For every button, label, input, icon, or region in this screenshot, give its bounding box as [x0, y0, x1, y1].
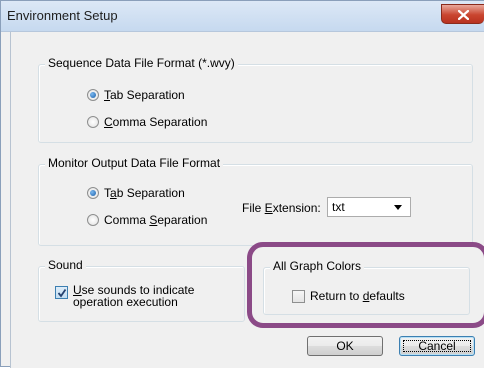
window-title: Environment Setup: [7, 8, 118, 23]
checkbox-checked-icon: [55, 286, 68, 299]
sequence-format-group: Sequence Data File Format (*.wvy): [38, 56, 473, 143]
radio-unselected-icon: [87, 214, 99, 226]
monitor-comma-radio[interactable]: Comma Separation: [87, 213, 207, 227]
sequence-tab-radio[interactable]: Tab Separation: [87, 88, 185, 102]
close-button[interactable]: [441, 4, 484, 24]
close-icon: [458, 10, 469, 20]
monitor-tab-label: Tab Separation: [104, 186, 185, 200]
environment-setup-dialog: Environment Setup Sequence Data File For…: [0, 0, 484, 368]
sequence-comma-label: Comma Separation: [104, 115, 208, 129]
monitor-comma-label: Comma Separation: [104, 213, 208, 227]
file-extension-value: txt: [332, 200, 345, 214]
ok-button[interactable]: OK: [307, 336, 383, 356]
file-extension-select[interactable]: txt: [327, 197, 411, 217]
use-sounds-checkbox[interactable]: Use sounds to indicate operation executi…: [55, 284, 194, 308]
dropdown-arrow-icon[interactable]: [394, 205, 402, 210]
monitor-format-title: Monitor Output Data File Format: [45, 156, 224, 170]
sequence-format-title: Sequence Data File Format (*.wvy): [45, 56, 238, 70]
sound-group-title: Sound: [45, 258, 86, 272]
use-sounds-label: Use sounds to indicate operation executi…: [73, 283, 195, 309]
title-bar[interactable]: Environment Setup: [1, 1, 484, 32]
radio-selected-icon: [87, 89, 99, 101]
highlight-annotation: [247, 242, 484, 328]
radio-unselected-icon: [87, 116, 99, 128]
sequence-comma-radio[interactable]: Comma Separation: [87, 115, 207, 129]
radio-selected-icon: [87, 187, 99, 199]
sequence-tab-label: Tab Separation: [104, 88, 185, 102]
file-extension-label: File Extension:: [242, 201, 321, 215]
focus-rectangle: [403, 340, 471, 352]
cancel-button[interactable]: Cancel: [399, 336, 475, 356]
monitor-tab-radio[interactable]: Tab Separation: [87, 186, 185, 200]
